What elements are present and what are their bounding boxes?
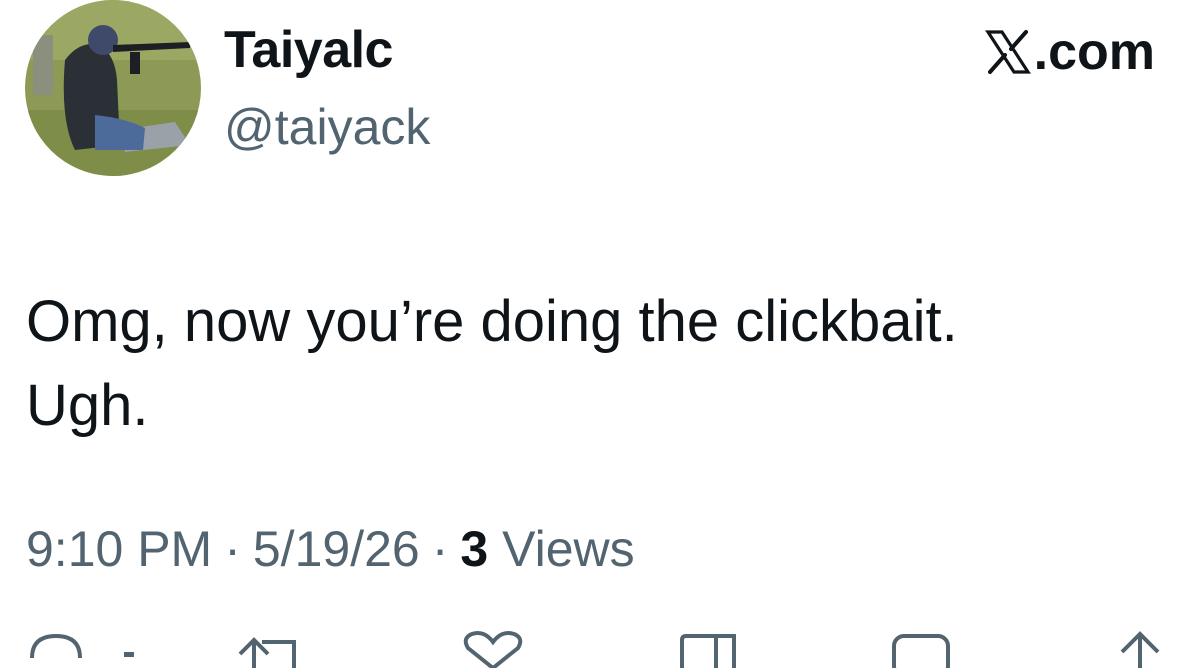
bookmark-icon[interactable] [676, 628, 746, 668]
avatar[interactable] [25, 0, 201, 176]
share-icon[interactable] [1110, 628, 1170, 668]
tweet-text: Omg, now you’re doing the clickbait. Ugh… [26, 280, 1166, 448]
tweet-text-line-2: Ugh. [26, 373, 149, 438]
tweet-time[interactable]: 9:10 PM [26, 520, 212, 578]
views-label: Views [502, 521, 635, 577]
tweet-meta: 9:10 PM · 5/19/26 · 3 Views [26, 520, 635, 578]
meta-separator: · [431, 521, 449, 577]
reply-icon[interactable] [26, 628, 86, 668]
chat-icon[interactable] [888, 628, 958, 668]
meta-separator: · [224, 521, 241, 577]
brand-label: .com [1033, 23, 1155, 81]
x-logo-icon [984, 30, 1031, 74]
action-bar [0, 628, 1199, 668]
tweet-text-line-1: Omg, now you’re doing the clickbait. [26, 289, 958, 354]
brand-x-com[interactable]: .com [984, 22, 1155, 82]
user-handle[interactable]: @taiyack [224, 98, 430, 156]
retweet-icon[interactable] [232, 628, 302, 668]
display-name[interactable]: Taiyalc [224, 20, 393, 80]
views-count: 3 [460, 521, 489, 577]
reply-count-mark [124, 652, 134, 657]
like-icon[interactable] [458, 628, 528, 668]
avatar-image [25, 0, 201, 176]
tweet-date[interactable]: 5/19/26 [253, 520, 420, 578]
